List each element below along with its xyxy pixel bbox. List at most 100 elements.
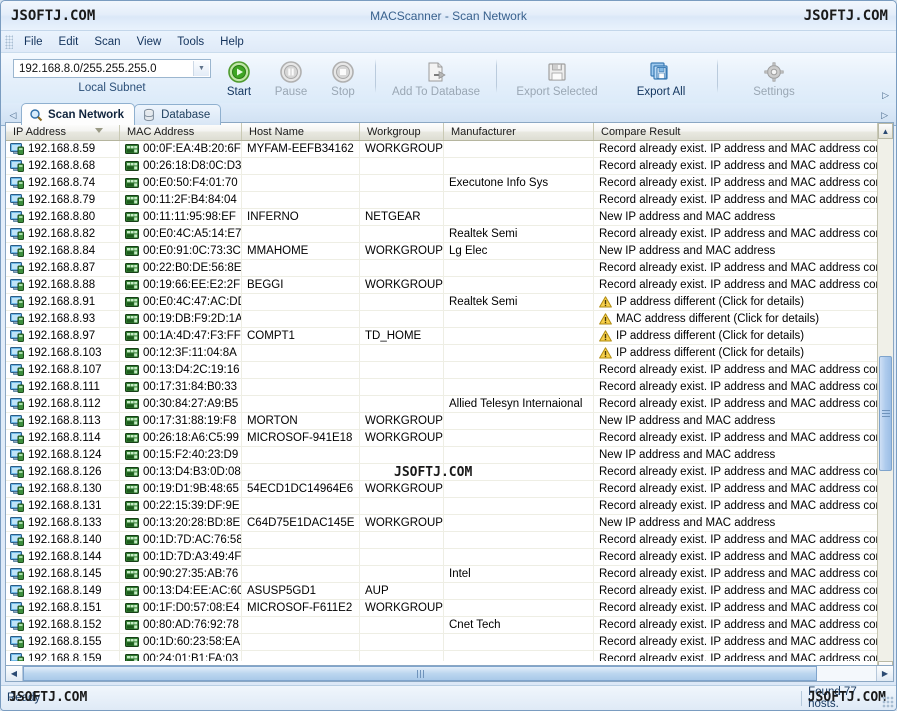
start-button[interactable]: Start <box>213 59 265 98</box>
cell-host-name <box>242 634 360 650</box>
menu-view[interactable]: View <box>129 33 170 51</box>
column-header-workgroup[interactable]: Workgroup <box>360 123 444 140</box>
cell-manufacturer <box>444 192 594 208</box>
menu-file[interactable]: File <box>16 33 51 51</box>
table-row[interactable]: 192.168.8.68 00:26:18:D8:0C:D3 Record alre… <box>6 158 893 175</box>
menu-drag-grip[interactable] <box>5 34 13 49</box>
cell-workgroup <box>360 634 444 650</box>
table-row[interactable]: 192.168.8.82 00:E0:4C:A5:14:E7 Realtek Sem… <box>6 226 893 243</box>
cell-compare-result-text: Record already exist. IP address and MAC… <box>599 483 879 495</box>
subnet-combobox[interactable]: 192.168.8.0/255.255.255.0 ▼ <box>13 59 211 78</box>
local-subnet-label: Local Subnet <box>78 82 146 94</box>
table-row[interactable]: 192.168.8.124 00:15:F2:40:23:D9 New IP add… <box>6 447 893 464</box>
cell-compare-result: Record already exist. IP address and MAC… <box>594 396 879 412</box>
table-row[interactable]: 192.168.8.59 00:0F:EA:4B:20:6F MYFAM-EEFB3… <box>6 141 893 158</box>
cell-manufacturer <box>444 413 594 429</box>
table-row[interactable]: 192.168.8.80 00:11:11:95:98:EF INFERNO NETG… <box>6 209 893 226</box>
table-row[interactable]: 192.168.8.112 00:30:84:27:A9:B5 Allied Tel… <box>6 396 893 413</box>
scroll-right-icon[interactable]: ▶ <box>876 666 893 681</box>
table-row[interactable]: 192.168.8.149 00:13:D4:EE:AC:60 ASUSP5GD1 A… <box>6 583 893 600</box>
toolbar-expand-icon[interactable]: ▷ <box>882 90 889 101</box>
cell-ip-address: 192.168.8.80 <box>6 209 120 225</box>
column-header-compare-result[interactable]: Compare Result <box>594 123 879 140</box>
cell-mac-address: 00:1F:D0:57:08:E4 <box>120 600 242 616</box>
menu-scan[interactable]: Scan <box>86 33 128 51</box>
export-all-button[interactable]: Export All <box>611 59 711 98</box>
grid-vertical-scrollbar[interactable]: ▲ ▼ <box>877 123 893 677</box>
cell-compare-result-text: Record already exist. IP address and MAC… <box>599 636 879 648</box>
chevron-down-icon[interactable]: ▼ <box>193 61 209 76</box>
table-row[interactable]: 192.168.8.133 00:13:20:28:BD:8E C64D75E1DA… <box>6 515 893 532</box>
cell-compare-result-text: Record already exist. IP address and MAC… <box>599 398 879 410</box>
column-header-mac-address[interactable]: MAC Address <box>120 123 242 140</box>
network-card-icon <box>125 211 139 223</box>
scroll-up-icon[interactable]: ▲ <box>878 123 893 139</box>
table-row[interactable]: 192.168.8.88 00:19:66:EE:E2:2F BEGGI WORKGR… <box>6 277 893 294</box>
cell-compare-result: Record already exist. IP address and MAC… <box>594 277 879 293</box>
vertical-scroll-thumb[interactable] <box>879 356 892 471</box>
table-row[interactable]: 192.168.8.93 00:19:DB:F9:2D:1A MAC address… <box>6 311 893 328</box>
table-row[interactable]: 192.168.8.91 00:E0:4C:47:AC:DD Realtek Sem… <box>6 294 893 311</box>
computer-icon <box>10 500 24 512</box>
table-row[interactable]: 192.168.8.107 00:13:D4:2C:19:16 Record alr… <box>6 362 893 379</box>
menu-help[interactable]: Help <box>212 33 252 51</box>
table-row[interactable]: 192.168.8.113 00:17:31:88:19:F8 MORTON WORK… <box>6 413 893 430</box>
grid-horizontal-scrollbar[interactable]: ◀ ▶ <box>5 665 894 682</box>
cell-compare-result: MAC address different (Click for details… <box>594 311 879 327</box>
add-to-database-button[interactable]: Add To Database <box>382 59 490 98</box>
menu-edit[interactable]: Edit <box>51 33 87 51</box>
cell-manufacturer <box>444 379 594 395</box>
table-row[interactable]: 192.168.8.84 00:E0:91:0C:73:3C MMAHOME WORK… <box>6 243 893 260</box>
stop-button[interactable]: Stop <box>317 59 369 98</box>
table-row[interactable]: 192.168.8.131 00:22:15:39:DF:9E Record alr… <box>6 498 893 515</box>
cell-workgroup <box>360 532 444 548</box>
table-row[interactable]: 192.168.8.111 00:17:31:84:B0:33 Record alr… <box>6 379 893 396</box>
horizontal-scroll-track[interactable] <box>23 666 876 681</box>
menu-tools[interactable]: Tools <box>169 33 212 51</box>
column-header-ip-address[interactable]: IP Address <box>6 123 120 140</box>
table-row[interactable]: 192.168.8.145 00:90:27:35:AB:76 Intel Recor… <box>6 566 893 583</box>
computer-icon <box>10 551 24 563</box>
pause-button[interactable]: Pause <box>265 59 317 98</box>
table-row[interactable]: 192.168.8.152 00:80:AD:76:92:78 Cnet Tech R… <box>6 617 893 634</box>
horizontal-scroll-thumb[interactable] <box>23 666 817 681</box>
table-row[interactable]: 192.168.8.114 00:26:18:A6:C5:99 MICROSOF-9… <box>6 430 893 447</box>
table-row[interactable]: 192.168.8.140 00:1D:7D:AC:76:58 Record alr… <box>6 532 893 549</box>
cell-compare-result: New IP address and MAC address <box>594 243 879 259</box>
table-row[interactable]: 192.168.8.97 00:1A:4D:47:F3:FF COMPT1 TD_HO… <box>6 328 893 345</box>
cell-ip-address-text: 192.168.8.130 <box>28 483 102 495</box>
table-row[interactable]: 192.168.8.151 00:1F:D0:57:08:E4 MICROSOF-F… <box>6 600 893 617</box>
table-row[interactable]: 192.168.8.79 00:11:2F:B4:84:04 Record alre… <box>6 192 893 209</box>
network-card-icon <box>125 653 139 661</box>
cell-ip-address: 192.168.8.126 <box>6 464 120 480</box>
column-header-manufacturer[interactable]: Manufacturer <box>444 123 594 140</box>
watermark-status-left: JSOFTJ.COM <box>9 690 88 705</box>
table-row[interactable]: 192.168.8.155 00:1D:60:23:58:EA Record alr… <box>6 634 893 651</box>
computer-icon <box>10 653 24 661</box>
cell-manufacturer <box>444 549 594 565</box>
cell-host-name: MMAHOME <box>242 243 360 259</box>
table-row[interactable]: 192.168.8.87 00:22:B0:DE:56:8E Record alre… <box>6 260 893 277</box>
table-row[interactable]: 192.168.8.126 00:13:D4:B3:0D:08 Record alr… <box>6 464 893 481</box>
table-row[interactable]: 192.168.8.130 00:19:D1:9B:48:65 54ECD1DC14… <box>6 481 893 498</box>
network-card-icon <box>125 432 139 444</box>
tab-scan-network[interactable]: Scan Network <box>21 103 136 125</box>
computer-icon <box>10 245 24 257</box>
status-ready-pane: Ready <box>1 690 801 707</box>
cell-compare-result-text: New IP address and MAC address <box>599 211 776 223</box>
tab-scroll-right-icon[interactable]: ▷ <box>881 110 888 121</box>
resize-grip[interactable] <box>882 696 894 708</box>
cell-compare-result: Record already exist. IP address and MAC… <box>594 379 879 395</box>
export-selected-button[interactable]: Export Selected <box>503 59 611 98</box>
table-row[interactable]: 192.168.8.103 00:12:3F:11:04:8A IP address… <box>6 345 893 362</box>
cell-mac-address: 00:13:20:28:BD:8E <box>120 515 242 531</box>
table-row[interactable]: 192.168.8.144 00:1D:7D:A3:49:4F Record alr… <box>6 549 893 566</box>
settings-button[interactable]: Settings <box>724 59 824 98</box>
cell-ip-address: 192.168.8.155 <box>6 634 120 650</box>
scroll-left-icon[interactable]: ◀ <box>6 666 23 681</box>
table-row[interactable]: 192.168.8.159 00:24:01:B1:FA:03 Record alr… <box>6 651 893 661</box>
cell-mac-address: 00:11:11:95:98:EF <box>120 209 242 225</box>
table-row[interactable]: 192.168.8.74 00:E0:50:F4:01:70 Executone I… <box>6 175 893 192</box>
column-header-host-name[interactable]: Host Name <box>242 123 360 140</box>
tab-database[interactable]: Database <box>134 104 222 125</box>
